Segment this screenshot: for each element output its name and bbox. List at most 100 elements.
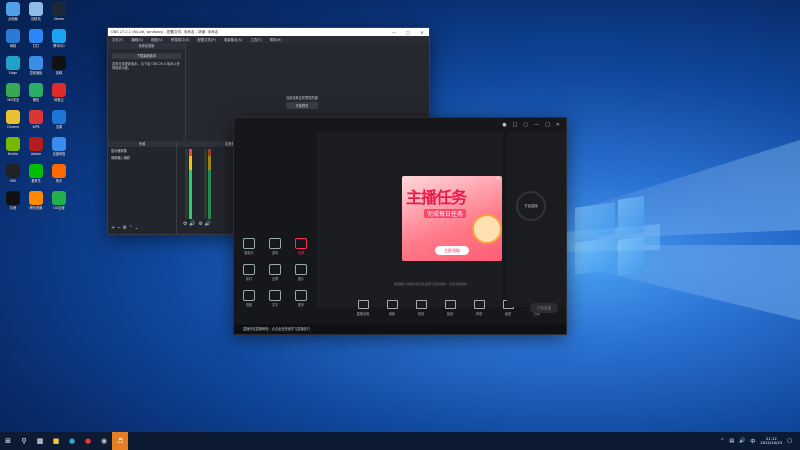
menu-item[interactable]: 工具(T) xyxy=(246,37,266,42)
app-icon xyxy=(6,110,20,124)
desktop-icon[interactable]: 控制面板 xyxy=(25,56,47,75)
chevron-up-icon[interactable]: ⌃ xyxy=(720,438,724,444)
search-icon[interactable]: ⚲ xyxy=(16,432,32,450)
menu-item[interactable]: 配置文件(P) xyxy=(194,37,220,42)
desktop-icon[interactable]: 爱奇艺 xyxy=(25,164,47,183)
desktop-icon[interactable]: 腾讯QQ xyxy=(48,29,70,48)
desktop-icon[interactable]: 微信 xyxy=(25,83,47,102)
banner-claim-button[interactable]: 立即领取 xyxy=(435,246,469,255)
desktop-icon[interactable]: 回收站 xyxy=(25,2,47,21)
message-icon[interactable]: ▢ xyxy=(523,122,528,128)
volume-icon[interactable]: 🔊 xyxy=(739,438,745,444)
desktop-icon-label: 爱奇艺 xyxy=(31,179,41,183)
desktop-icon[interactable]: Steam xyxy=(48,2,70,21)
minimize-icon[interactable]: — xyxy=(534,122,539,128)
gift-icon[interactable]: □ xyxy=(513,122,518,128)
close-icon[interactable]: ✕ xyxy=(415,30,429,35)
desktop-icon-label: WPS xyxy=(32,125,40,129)
start-preview-button[interactable]: 开始预览 xyxy=(286,102,318,109)
start-live-button[interactable]: 开始直播 xyxy=(530,303,558,313)
start-live-ring[interactable]: 开始直播 xyxy=(516,191,546,221)
sidebar-item[interactable]: 游戏 xyxy=(262,238,288,255)
app-icon xyxy=(29,137,43,151)
audio-meter xyxy=(208,149,211,219)
menu-item[interactable]: 文件(F) xyxy=(108,37,127,42)
task-banner[interactable]: ✕ 主播任务 完成每日任务 立即领取 xyxy=(402,176,502,261)
toolbar-button[interactable]: 贴纸 xyxy=(441,300,459,316)
clock[interactable]: 21:12 2022/10/23 xyxy=(760,436,782,446)
desktop-icon[interactable]: 360安全 xyxy=(2,83,24,102)
menu-item[interactable]: 帮助(H) xyxy=(266,37,286,42)
minimize-icon[interactable]: — xyxy=(387,30,401,35)
avatar[interactable]: ● xyxy=(502,122,506,128)
menu-item[interactable]: 视图(V) xyxy=(147,37,167,42)
start-icon[interactable]: ⊞ xyxy=(0,432,16,450)
app-icon xyxy=(52,2,66,16)
menu-item[interactable]: 场景集合(S) xyxy=(220,37,246,42)
app-icon xyxy=(52,56,66,70)
desktop-icon[interactable]: UU加速 xyxy=(48,191,70,210)
toolbar-button[interactable]: 特效 xyxy=(412,300,430,316)
close-icon[interactable]: ✕ xyxy=(496,176,500,182)
app-icon xyxy=(29,191,43,205)
desktop-icon[interactable]: 钉钉 xyxy=(25,29,47,48)
desktop-icon[interactable]: 此电脑 xyxy=(2,2,24,21)
sidebar-item[interactable]: 更多 xyxy=(288,290,314,307)
sidebar-item[interactable]: 图片 xyxy=(288,264,314,281)
toolbar-button[interactable]: 美颜 xyxy=(383,300,401,316)
ime-icon[interactable]: 中 xyxy=(750,438,755,445)
mixer-controls[interactable]: ⚙ 🔊 ⚙ 🔊 xyxy=(183,221,211,227)
maximize-icon[interactable]: □ xyxy=(545,122,550,128)
live-taskbar-icon[interactable]: ♬ xyxy=(112,432,128,450)
desktop-icon-label: Chrome xyxy=(6,125,20,129)
obs-scenes-panel: 未命名场景 下载最新版本 发现可用更新版本，请下载 OBS 28.0 版本以获得… xyxy=(108,43,186,141)
notification-icon[interactable]: ▢ xyxy=(787,438,792,444)
app-icon xyxy=(29,83,43,97)
sidebar-item[interactable]: 摄像头 xyxy=(236,238,262,255)
sidebar-item[interactable]: 视频 xyxy=(236,290,262,307)
toolbar-button[interactable]: 直播设置 xyxy=(354,300,372,316)
task-view-icon[interactable]: ▦ xyxy=(32,432,48,450)
desktop-icon[interactable]: 抖音 xyxy=(2,191,24,210)
desktop-icon[interactable]: Adobe xyxy=(25,137,47,156)
desktop-icon[interactable]: 剪映 xyxy=(48,56,70,75)
source-icon xyxy=(295,238,307,249)
menu-item[interactable]: 编辑(E) xyxy=(127,37,147,42)
obs-menubar: 文件(F) 编辑(E) 视图(V) 停靠窗口(D) 配置文件(P) 场景集合(S) 工具(T… xyxy=(108,36,429,43)
desktop-icon[interactable]: 迅雷 xyxy=(48,110,70,129)
sidebar-item[interactable]: 窗口 xyxy=(236,264,262,281)
sidebar-item[interactable]: 全屏 xyxy=(262,264,288,281)
sidebar-item[interactable]: 文字 xyxy=(262,290,288,307)
explorer-icon[interactable]: ■ xyxy=(48,432,64,450)
live-topbar: ● □ ▢ — □ ✕ xyxy=(470,118,566,132)
source-item[interactable]: 音频输入捕获 xyxy=(108,154,176,161)
network-icon[interactable]: ▤ xyxy=(729,438,734,444)
desktop-icon[interactable]: 百度网盘 xyxy=(48,137,70,156)
desktop-icon[interactable]: WPS xyxy=(25,110,47,129)
taskbar: ⊞ ⚲ ▦ ■ ● ● ◉ ♬ ⌃ ▤ 🔊 中 21:12 2022/10/23… xyxy=(0,432,800,450)
desktop-icon[interactable]: Chrome xyxy=(2,110,24,129)
toolbar-button[interactable]: 声音 xyxy=(470,300,488,316)
source-toolbar[interactable]: + − ⚙ ⌃ ⌄ xyxy=(111,225,139,231)
desktop-icon[interactable]: Edge xyxy=(2,56,24,75)
obs-titlebar[interactable]: OBS 27.2.1 (64-bit, windows) - 配置文件: 未命名… xyxy=(108,28,429,36)
source-item[interactable]: 显示器采集 xyxy=(108,147,176,154)
download-update-button[interactable]: 下载最新版本 xyxy=(112,53,181,59)
obs-taskbar-icon[interactable]: ◉ xyxy=(96,432,112,450)
edge-icon[interactable]: ● xyxy=(64,432,80,450)
desktop-icon[interactable]: 网络 xyxy=(2,29,24,48)
desktop-icon[interactable]: 快手 xyxy=(48,164,70,183)
desktop-icon[interactable]: 腾讯视频 xyxy=(25,191,47,210)
menu-item[interactable]: 停靠窗口(D) xyxy=(167,37,194,42)
live-companion-window: ● □ ▢ — □ ✕ 拖拽图片/视频文件至此处即可添加素材，点击添加素材 摄像… xyxy=(233,117,567,335)
live-footer[interactable]: 直播伴侣直播教程：点击此处快速学习直播技巧 xyxy=(234,324,566,334)
sidebar-item[interactable]: 投屏 xyxy=(288,238,314,255)
netease-icon[interactable]: ● xyxy=(80,432,96,450)
maximize-icon[interactable]: □ xyxy=(401,30,415,35)
desktop-icon[interactable]: Nvidia xyxy=(2,137,24,156)
app-icon xyxy=(6,29,20,43)
desktop-icon[interactable]: 网易云 xyxy=(48,83,70,102)
close-icon[interactable]: ✕ xyxy=(556,122,560,128)
desktop-icon[interactable]: OBS xyxy=(2,164,24,183)
source-icon xyxy=(295,290,307,301)
